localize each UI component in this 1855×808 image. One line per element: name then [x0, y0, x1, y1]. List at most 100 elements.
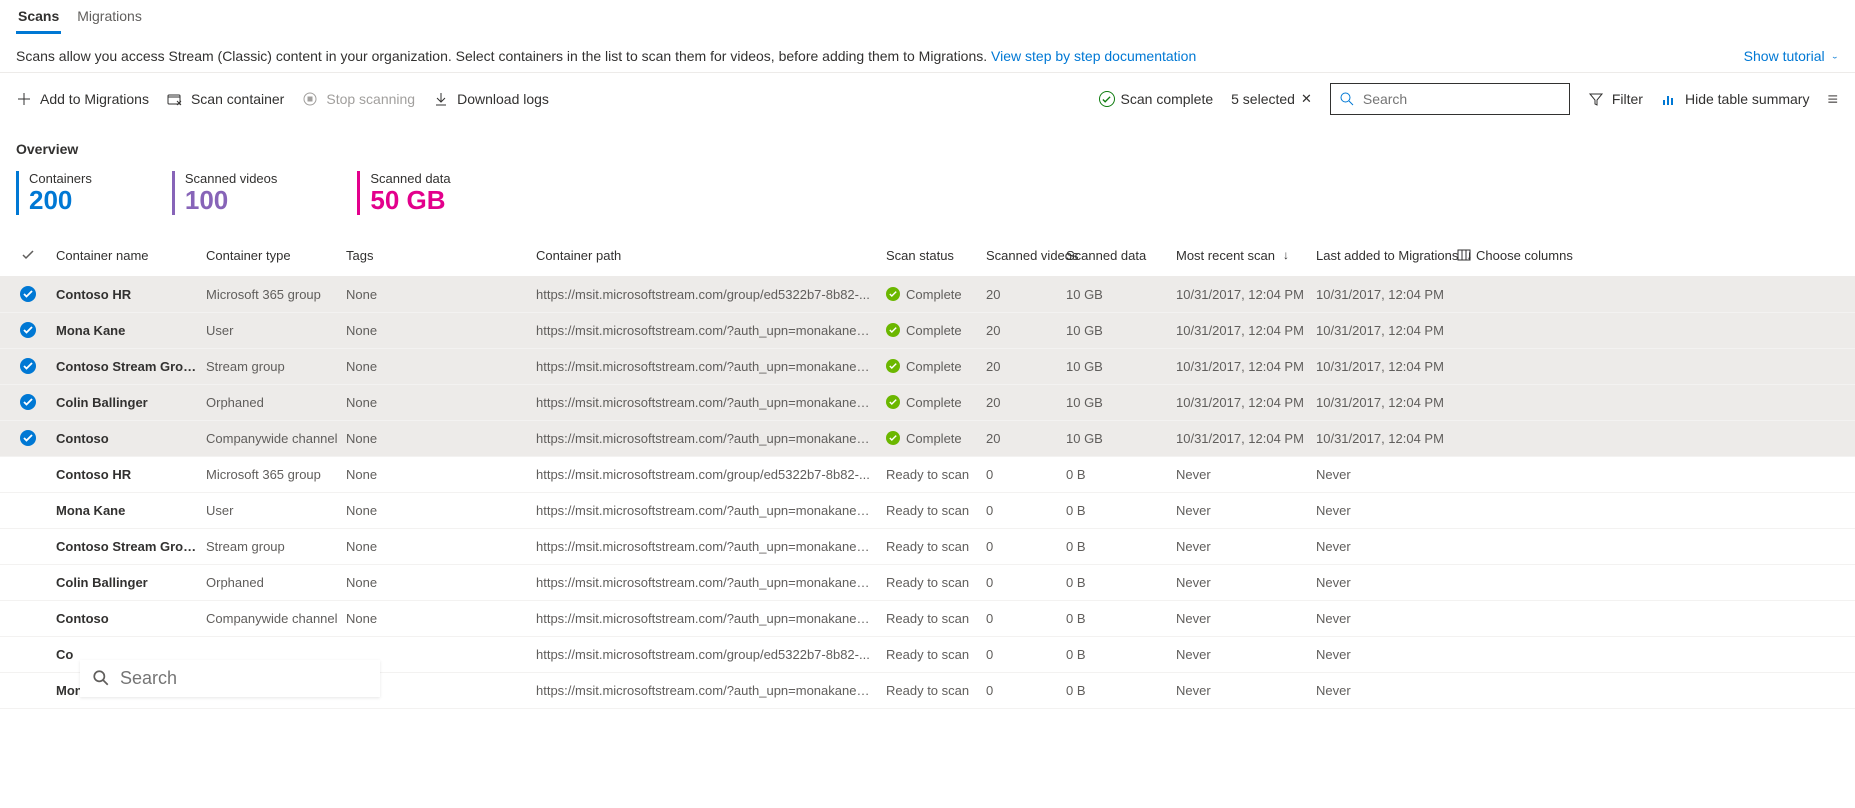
cell-status: Complete	[882, 323, 982, 338]
cell-name: Contoso HR	[52, 287, 202, 302]
download-logs-button[interactable]: Download logs	[433, 91, 549, 107]
cell-tags: None	[342, 611, 532, 626]
th-status[interactable]: Scan status	[882, 248, 982, 263]
stat-containers: Containers 200	[16, 171, 92, 215]
stat-data-label: Scanned data	[370, 171, 450, 186]
doc-link[interactable]: View step by step documentation	[991, 48, 1196, 64]
table-row[interactable]: Contoso Stream GroupStream groupNonehttp…	[0, 349, 1855, 385]
row-checkbox[interactable]	[20, 394, 36, 410]
hide-summary-button[interactable]: Hide table summary	[1661, 91, 1810, 107]
stat-videos-label: Scanned videos	[185, 171, 278, 186]
table-row[interactable]: Contoso HRMicrosoft 365 groupNonehttps:/…	[0, 457, 1855, 493]
th-last[interactable]: Last added to Migrations	[1312, 248, 1452, 263]
th-select[interactable]	[4, 247, 52, 263]
infobar-text: Scans allow you access Stream (Classic) …	[16, 48, 1196, 64]
show-tutorial-link[interactable]: Show tutorial ⌄	[1744, 48, 1839, 64]
cell-type: Microsoft 365 group	[202, 467, 342, 482]
table-row[interactable]: ContosoCompanywide channelNonehttps://ms…	[0, 421, 1855, 457]
cell-data: 10 GB	[1062, 395, 1172, 410]
floating-search[interactable]	[80, 660, 380, 697]
cell-status: Complete	[882, 431, 982, 446]
table-row[interactable]: ContosoCompanywide channelNonehttps://ms…	[0, 601, 1855, 637]
table-row[interactable]: Colin BallingerOrphanedNonehttps://msit.…	[0, 385, 1855, 421]
scan-label: Scan container	[191, 91, 284, 107]
cell-recent: Never	[1172, 503, 1312, 518]
selection-count: 5 selected ✕	[1231, 91, 1312, 107]
th-recent[interactable]: Most recent scan	[1172, 248, 1312, 263]
cell-data: 0 B	[1062, 647, 1172, 662]
row-checkbox[interactable]	[20, 574, 36, 590]
cell-videos: 0	[982, 683, 1062, 698]
cell-videos: 20	[982, 359, 1062, 374]
cell-tags: None	[342, 359, 532, 374]
choose-columns-button[interactable]: Choose columns	[1452, 247, 1592, 263]
floating-search-input[interactable]	[120, 668, 368, 689]
cell-path: https://msit.microsoftstream.com/group/e…	[532, 467, 882, 482]
cell-last: Never	[1312, 647, 1452, 662]
th-videos[interactable]: Scanned videos	[982, 248, 1062, 263]
cell-data: 10 GB	[1062, 287, 1172, 302]
cell-recent: Never	[1172, 683, 1312, 698]
th-tags[interactable]: Tags	[342, 248, 532, 263]
row-checkbox[interactable]	[20, 322, 36, 338]
download-icon	[433, 91, 449, 107]
cell-path: https://msit.microsoftstream.com/?auth_u…	[532, 683, 882, 698]
table-row[interactable]: Mona KaneUserNonehttps://msit.microsofts…	[0, 313, 1855, 349]
cell-recent: 10/31/2017, 12:04 PM	[1172, 431, 1312, 446]
table-row[interactable]: Mona KaneUserNonehttps://msit.microsofts…	[0, 493, 1855, 529]
row-checkbox[interactable]	[20, 682, 36, 698]
search-icon	[92, 669, 110, 687]
more-button[interactable]: ≡	[1827, 89, 1839, 110]
th-type[interactable]: Container type	[202, 248, 342, 263]
hide-label: Hide table summary	[1685, 91, 1810, 107]
cell-status: Complete	[882, 287, 982, 302]
stat-videos: Scanned videos 100	[172, 171, 278, 215]
cell-type: Stream group	[202, 539, 342, 554]
toolbar: Add to Migrations Scan container Stop sc…	[0, 73, 1855, 125]
infobar: Scans allow you access Stream (Classic) …	[0, 34, 1855, 73]
search-input[interactable]	[1363, 91, 1561, 107]
cell-data: 0 B	[1062, 611, 1172, 626]
row-checkbox[interactable]	[20, 646, 36, 662]
cell-status: Ready to scan	[882, 647, 982, 662]
cell-videos: 0	[982, 575, 1062, 590]
row-checkbox[interactable]	[20, 430, 36, 446]
cell-type: Orphaned	[202, 575, 342, 590]
filter-button[interactable]: Filter	[1588, 91, 1643, 107]
table-row[interactable]: Colin BallingerOrphanedNonehttps://msit.…	[0, 565, 1855, 601]
stat-data-value: 50 GB	[370, 186, 450, 215]
cell-recent: Never	[1172, 467, 1312, 482]
table-row[interactable]: Contoso HRMicrosoft 365 groupNonehttps:/…	[0, 277, 1855, 313]
row-checkbox[interactable]	[20, 610, 36, 626]
cell-tags: None	[342, 431, 532, 446]
cell-name: Mona Kane	[52, 323, 202, 338]
chevron-down-icon: ⌄	[1831, 52, 1839, 60]
cell-tags: None	[342, 539, 532, 554]
table-body: Contoso HR Microsoft 365 group None https:/…	[0, 277, 1855, 709]
success-icon	[886, 431, 900, 445]
row-checkbox[interactable]	[20, 358, 36, 374]
row-checkbox[interactable]	[20, 466, 36, 482]
row-checkbox[interactable]	[20, 538, 36, 554]
stats: Containers 200 Scanned videos 100 Scanne…	[0, 165, 1855, 235]
clear-selection-button[interactable]: ✕	[1301, 91, 1312, 107]
add-to-migrations-button[interactable]: Add to Migrations	[16, 91, 149, 107]
table-row[interactable]: Contoso Stream GroupStream groupNonehttp…	[0, 529, 1855, 565]
row-checkbox[interactable]	[20, 286, 36, 302]
th-data[interactable]: Scanned data	[1062, 248, 1172, 263]
search-box[interactable]	[1330, 83, 1570, 115]
cell-data: 10 GB	[1062, 359, 1172, 374]
success-icon	[886, 323, 900, 337]
cell-recent: Never	[1172, 611, 1312, 626]
tab-migrations[interactable]: Migrations	[75, 0, 144, 34]
th-name[interactable]: Container name	[52, 248, 202, 263]
row-checkbox[interactable]	[20, 502, 36, 518]
cell-data: 0 B	[1062, 683, 1172, 698]
cell-type: User	[202, 503, 342, 518]
table: Container name Container type Tags Conta…	[0, 235, 1855, 709]
tab-scans[interactable]: Scans	[16, 0, 61, 34]
th-path[interactable]: Container path	[532, 248, 882, 263]
scan-container-button[interactable]: Scan container	[167, 91, 284, 107]
cell-data: 10 GB	[1062, 323, 1172, 338]
cell-last: Never	[1312, 611, 1452, 626]
